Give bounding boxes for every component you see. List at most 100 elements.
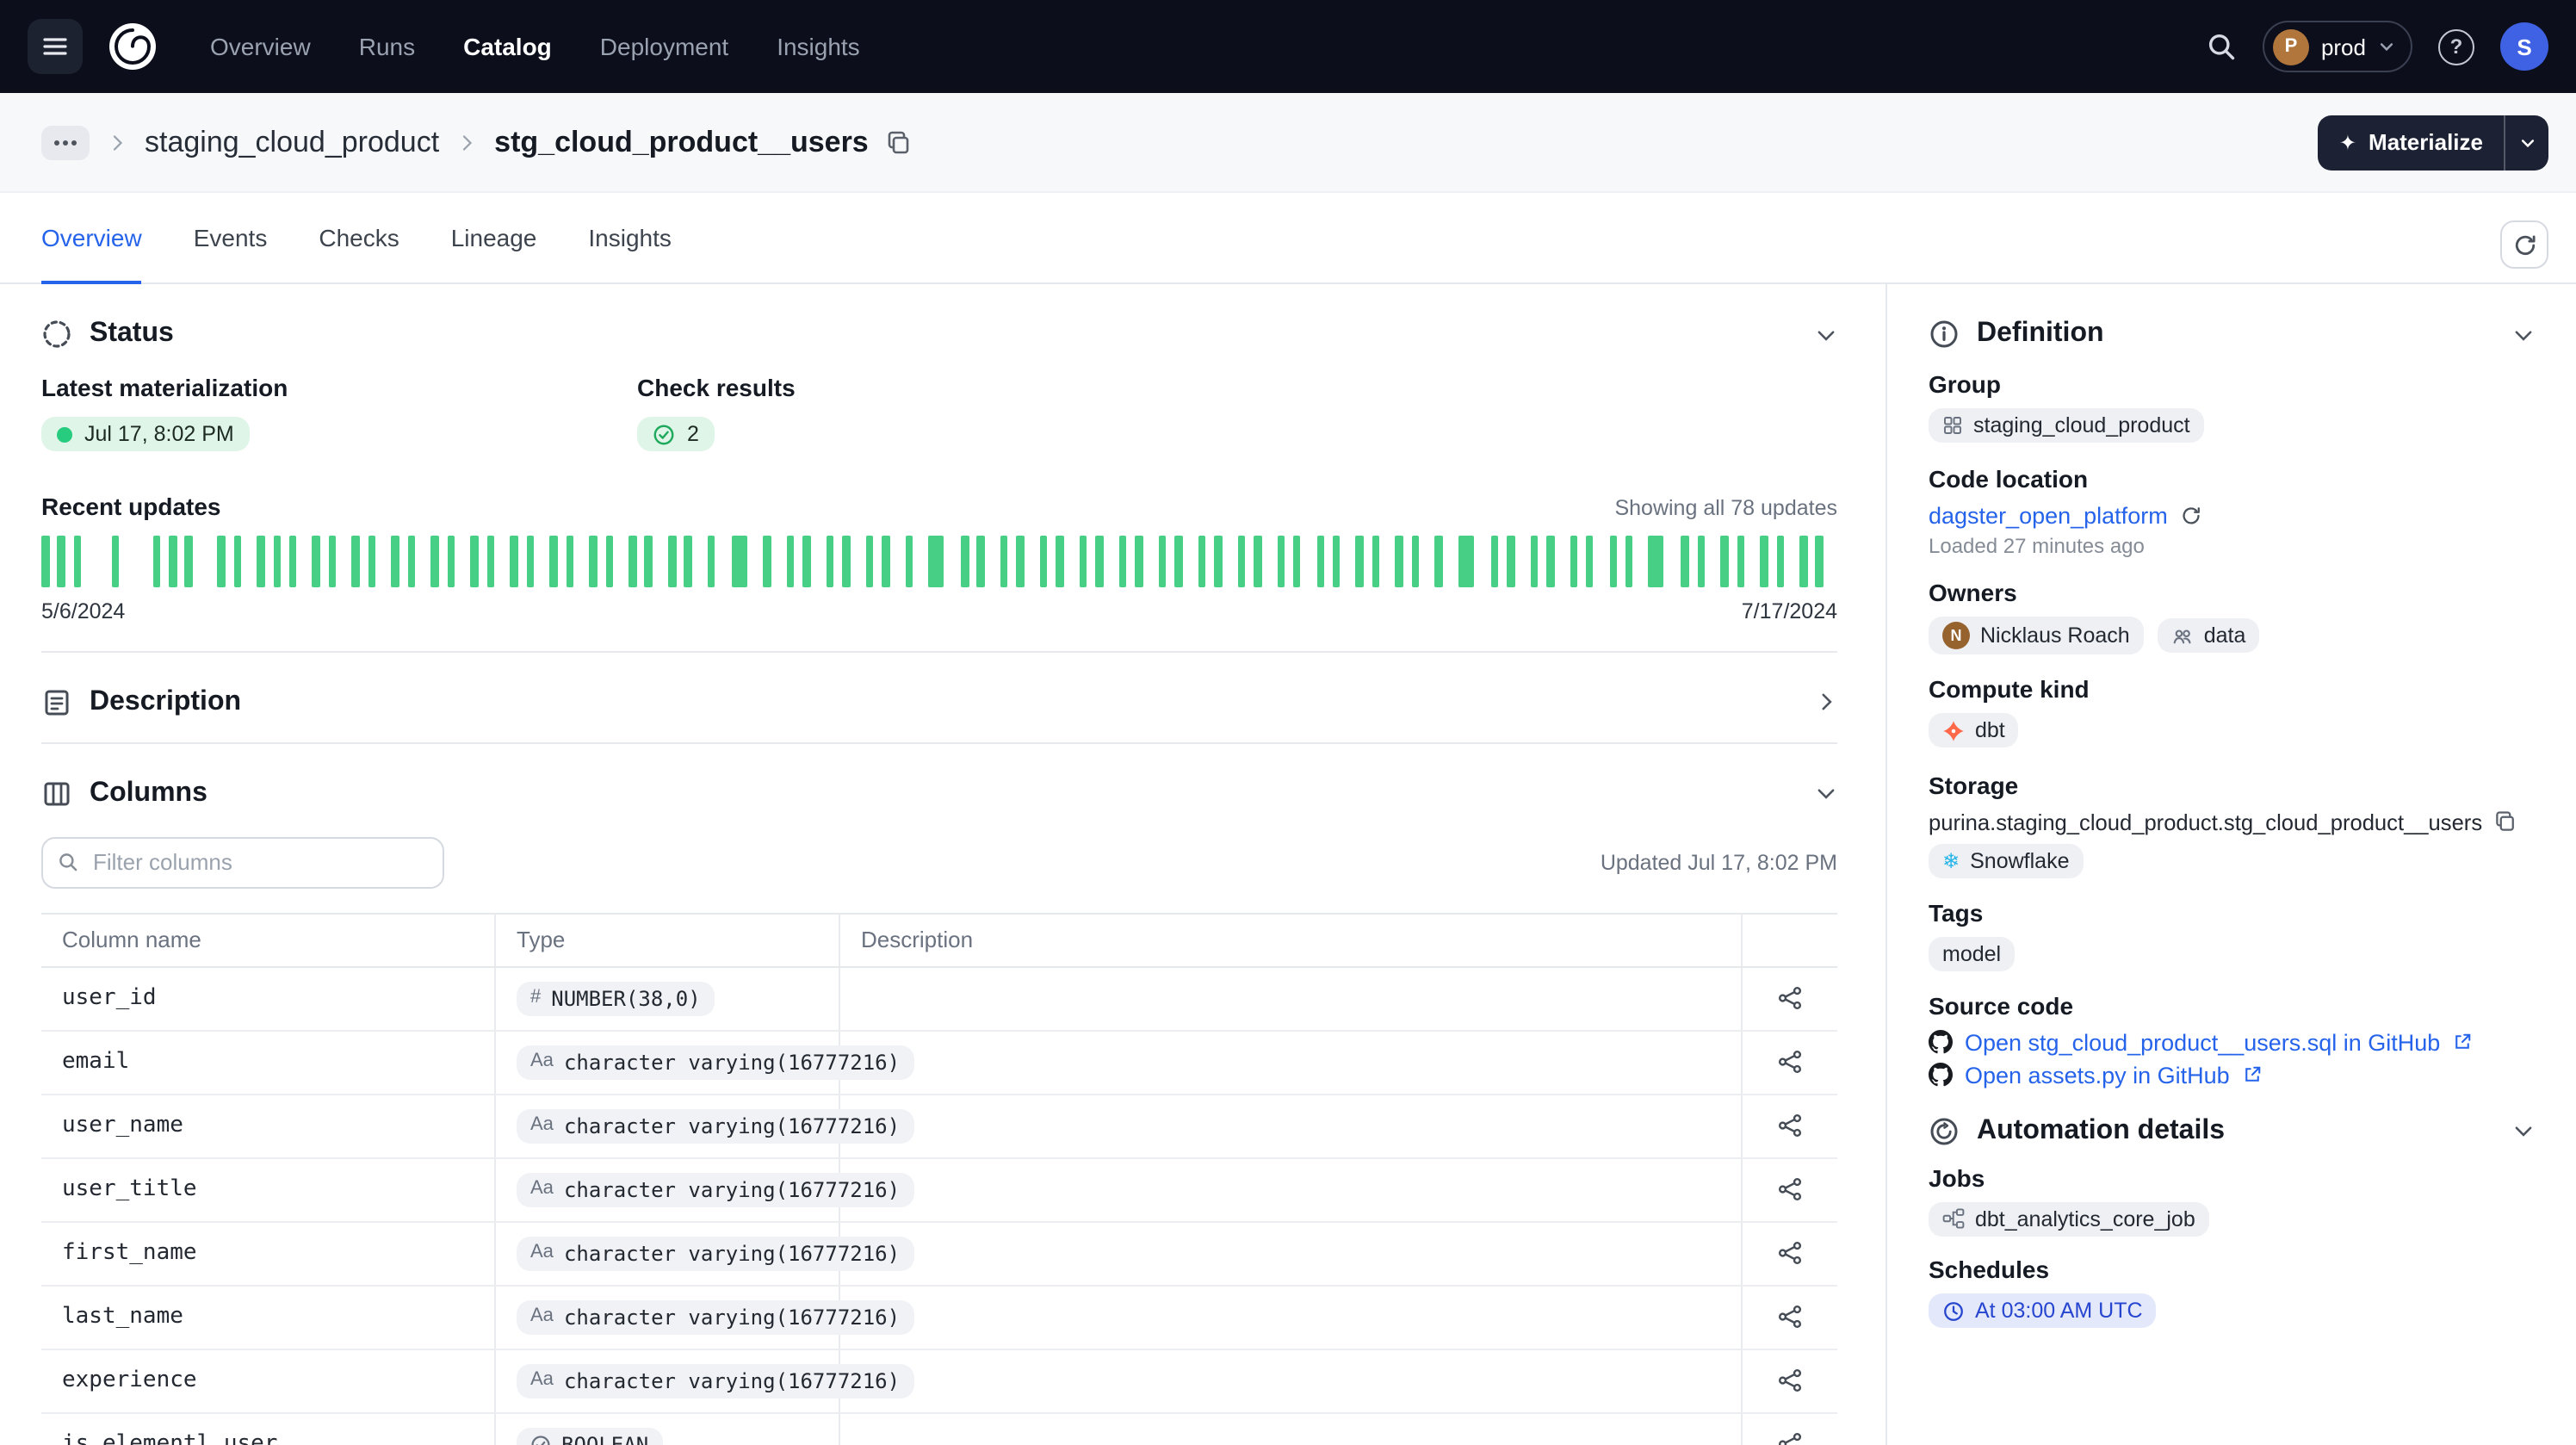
tag-badge[interactable]: model [1929,936,2015,971]
job-badge[interactable]: dbt_analytics_core_job [1929,1201,2209,1236]
update-tick[interactable] [1760,535,1768,586]
update-tick[interactable] [257,535,264,586]
update-tick[interactable] [865,535,873,586]
latest-materialization-badge[interactable]: Jul 17, 8:02 PM [41,417,250,451]
update-tick[interactable] [1056,535,1064,586]
update-tick[interactable] [1546,535,1554,586]
update-tick[interactable] [1214,535,1222,586]
schedule-badge[interactable]: At 03:00 AM UTC [1929,1293,2157,1328]
update-tick[interactable] [510,535,517,586]
update-tick[interactable] [1119,535,1127,586]
update-tick[interactable] [1490,535,1498,586]
update-tick[interactable] [1080,535,1087,586]
update-tick[interactable] [827,535,834,586]
update-tick[interactable] [1586,535,1594,586]
refresh-button[interactable] [2500,220,2548,269]
update-tick[interactable] [1776,535,1784,586]
tab-insights[interactable]: Insights [588,193,672,282]
nav-item-insights[interactable]: Insights [777,33,860,60]
update-tick[interactable] [1333,535,1341,586]
tab-overview[interactable]: Overview [41,193,142,282]
update-tick[interactable] [273,535,281,586]
update-tick[interactable] [1625,535,1633,586]
view-column-lineage-button[interactable] [1768,1294,1812,1339]
view-column-lineage-button[interactable] [1768,1167,1812,1212]
source-code-link[interactable]: Open stg_cloud_product__users.sql in Git… [1965,1029,2440,1055]
update-tick[interactable] [526,535,534,586]
description-expand-chevron-icon[interactable] [1815,691,1837,713]
update-tick[interactable] [368,535,376,586]
view-column-lineage-button[interactable] [1768,1422,1812,1445]
update-tick[interactable] [708,535,715,586]
breadcrumb-overflow-button[interactable] [41,125,90,159]
update-tick[interactable] [1017,535,1025,586]
update-tick[interactable] [842,535,850,586]
update-tick[interactable] [233,535,241,586]
update-tick[interactable] [169,535,176,586]
recent-updates-track[interactable] [41,535,1837,586]
update-tick[interactable] [1412,535,1420,586]
materialize-dropdown-button[interactable] [2504,115,2548,170]
view-column-lineage-button[interactable] [1768,976,1812,1020]
update-tick[interactable] [1507,535,1514,586]
code-location-link[interactable]: dagster_open_platform [1929,503,2168,529]
update-tick[interactable] [882,535,889,586]
update-tick[interactable] [217,535,225,586]
check-results-badge[interactable]: 2 [637,417,715,451]
update-tick[interactable] [447,535,455,586]
update-tick[interactable] [961,535,969,586]
update-tick[interactable] [1254,535,1261,586]
update-tick[interactable] [731,535,746,586]
update-tick[interactable] [605,535,613,586]
update-tick[interactable] [1681,535,1689,586]
nav-item-deployment[interactable]: Deployment [600,33,728,60]
update-tick[interactable] [1570,535,1577,586]
update-tick[interactable] [928,535,944,586]
definition-header[interactable]: Definition [1929,319,2535,350]
update-tick[interactable] [1135,535,1142,586]
update-tick[interactable] [905,535,913,586]
update-tick[interactable] [802,535,810,586]
copy-storage-path-icon[interactable] [2492,809,2517,834]
update-tick[interactable] [1530,535,1538,586]
columns-collapse-chevron-icon[interactable] [1815,782,1837,804]
update-tick[interactable] [1435,535,1443,586]
update-tick[interactable] [352,535,360,586]
update-tick[interactable] [1697,535,1705,586]
view-column-lineage-button[interactable] [1768,1039,1812,1084]
view-column-lineage-button[interactable] [1768,1358,1812,1403]
update-tick[interactable] [431,535,439,586]
source-code-link[interactable]: Open assets.py in GitHub [1965,1062,2230,1088]
update-tick[interactable] [471,535,479,586]
nav-item-overview[interactable]: Overview [210,33,311,60]
reload-code-location-icon[interactable] [2180,505,2202,527]
search-icon[interactable] [2206,31,2237,62]
compute-kind-badge[interactable]: dbt [1929,713,2019,747]
update-tick[interactable] [1458,535,1474,586]
update-tick[interactable] [589,535,597,586]
update-tick[interactable] [152,535,160,586]
view-column-lineage-button[interactable] [1768,1231,1812,1275]
update-tick[interactable] [313,535,320,586]
update-tick[interactable] [1293,535,1301,586]
status-collapse-chevron-icon[interactable] [1815,323,1837,345]
copy-asset-name-icon[interactable] [886,128,913,156]
update-tick[interactable] [1720,535,1728,586]
update-tick[interactable] [566,535,573,586]
update-tick[interactable] [1372,535,1380,586]
automation-collapse-chevron-icon[interactable] [2512,1119,2535,1142]
update-tick[interactable] [408,535,416,586]
columns-section-header[interactable]: Columns [41,743,1837,833]
update-tick[interactable] [1040,535,1048,586]
tab-checks[interactable]: Checks [319,193,399,282]
update-tick[interactable] [1649,535,1664,586]
deployment-switcher[interactable]: P prod [2263,21,2412,72]
description-section-header[interactable]: Description [41,652,1837,741]
owner-team-badge[interactable]: data [2158,618,2260,653]
update-tick[interactable] [1000,535,1008,586]
tab-events[interactable]: Events [194,193,268,282]
user-avatar[interactable]: S [2500,22,2548,71]
owner-user-badge[interactable]: N Nicklaus Roach [1929,617,2144,654]
update-tick[interactable] [549,535,557,586]
update-tick[interactable] [1174,535,1182,586]
